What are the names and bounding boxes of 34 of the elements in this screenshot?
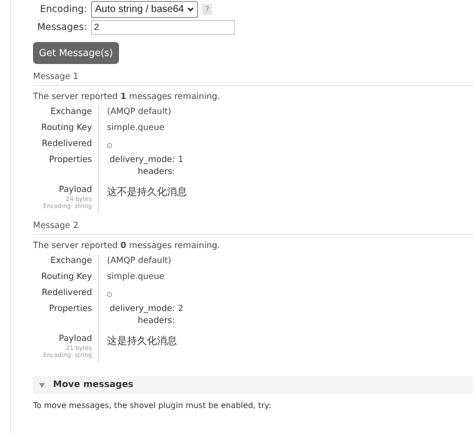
move-note: To move messages, the shovel plugin must be enabled, try: — [33, 401, 272, 410]
section-heading: Message 2 — [33, 221, 474, 235]
property-key: headers: — [107, 167, 175, 178]
payload-text: 这是持久化消息 — [107, 334, 178, 347]
field-label: Routing Key — [41, 123, 92, 134]
get-messages-button[interactable]: Get Message(s) — [33, 42, 119, 64]
move-messages-header[interactable]: Move messages — [33, 376, 473, 394]
section-heading: Message 1 — [33, 72, 474, 86]
field-label: Payload — [58, 334, 92, 345]
chevron-down-icon — [186, 6, 194, 12]
field-label: Messages: — [36, 22, 87, 32]
property-value: 1 — [178, 155, 184, 166]
field-label: Payload — [58, 185, 92, 196]
field-label: Properties — [49, 155, 92, 166]
field-label: Redelivered — [42, 288, 92, 299]
report-text: The server reported 1 messages remaining. — [33, 92, 221, 102]
field-label: Encoding: — [39, 4, 87, 14]
field-label: Exchange — [50, 107, 92, 118]
field-label: Routing Key — [41, 272, 92, 283]
field-label: Properties — [49, 304, 92, 315]
field-value: (AMQP default) — [107, 107, 172, 118]
field-value: simple.queue — [107, 123, 166, 134]
property-value: 2 — [178, 304, 184, 315]
property-key: delivery_mode: — [107, 155, 175, 166]
field-value: (AMQP default) — [107, 256, 172, 267]
payload-text: 这不是持久化消息 — [107, 186, 188, 198]
report-text: The server reported 0 messages remaining. — [33, 241, 221, 251]
property-key: delivery_mode: — [107, 304, 175, 315]
field-label: Redelivered — [42, 139, 92, 150]
field-value: simple.queue — [107, 272, 166, 283]
encoding-select[interactable]: Auto string / base64 — [91, 0, 198, 18]
field-label: Exchange — [50, 256, 92, 267]
property-key: headers: — [107, 316, 175, 327]
messages-input[interactable]: 2 — [91, 20, 235, 34]
